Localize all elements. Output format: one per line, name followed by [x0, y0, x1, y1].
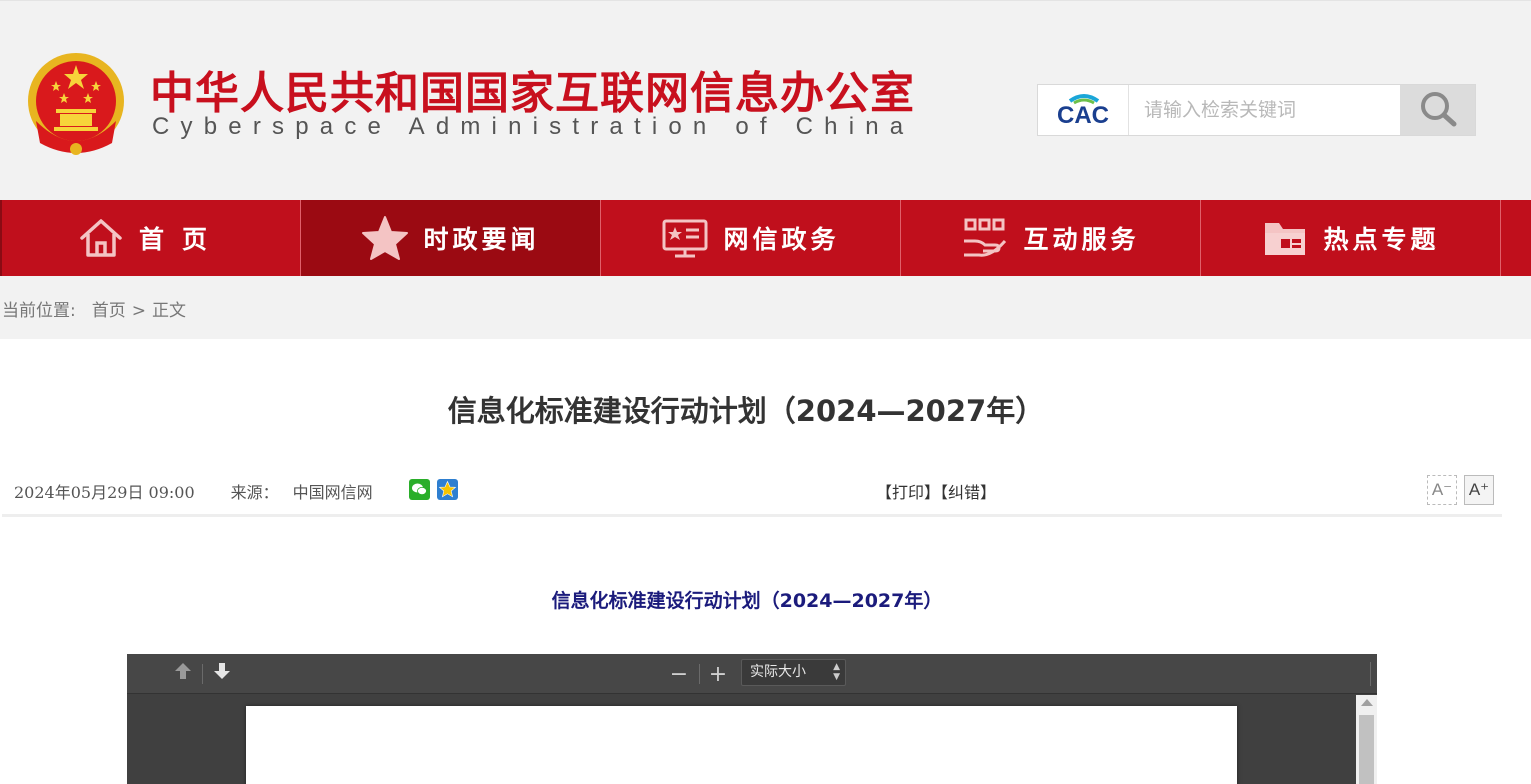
- nav-item-home[interactable]: 首页: [0, 200, 300, 276]
- search-input[interactable]: [1130, 85, 1400, 135]
- font-decrease-button[interactable]: A⁻: [1427, 475, 1457, 505]
- folder-icon: [1261, 216, 1309, 260]
- qzone-share-icon[interactable]: [437, 479, 458, 500]
- breadcrumb-label: 当前位置:: [2, 301, 76, 321]
- site-title-english: Cyberspace Administration of China: [152, 113, 915, 140]
- wechat-share-icon[interactable]: [409, 479, 430, 500]
- scrollbar-thumb[interactable]: [1359, 715, 1374, 784]
- nav-label-hot-topics: 热点专题: [1323, 225, 1440, 254]
- zoom-in-button[interactable]: +: [706, 662, 730, 687]
- toolbar-separator: [202, 664, 203, 684]
- publish-date: 2024年05月29日 09:00: [14, 483, 195, 502]
- nav-label-home: 首页: [138, 225, 225, 254]
- breadcrumb: 当前位置: 首页 > 正文: [2, 296, 186, 321]
- hand-service-icon: [961, 216, 1009, 260]
- arrow-up-icon: [174, 661, 192, 687]
- cac-logo-text: CAC: [1057, 102, 1109, 129]
- body-title: 信息化标准建设行动计划（2024—2027年）: [551, 590, 943, 612]
- pdf-scrollbar[interactable]: [1356, 695, 1377, 784]
- source-name: 中国网信网: [292, 483, 373, 502]
- search-bar: CAC: [1037, 84, 1476, 136]
- main-nav: 首页 时政要闻 网信政务 互动服务 热点专题: [0, 200, 1531, 276]
- breadcrumb-current: 正文: [151, 301, 186, 321]
- print-link[interactable]: 【打印】: [876, 483, 940, 502]
- toolbar-separator: [1370, 662, 1371, 686]
- zoom-select[interactable]: 实际大小 ▲ ▼: [741, 659, 846, 686]
- toolbar-separator: [699, 664, 700, 684]
- pdf-viewer: − + 实际大小 ▲ ▼: [127, 654, 1377, 784]
- pdf-page: [246, 706, 1237, 784]
- nav-label-interactive-services: 互动服务: [1023, 225, 1140, 254]
- meta-divider: [2, 514, 1502, 517]
- nav-item-interactive-services[interactable]: 互动服务: [900, 200, 1200, 276]
- cac-logo[interactable]: CAC: [1038, 85, 1129, 135]
- nav-item-politics-news[interactable]: 时政要闻: [300, 200, 600, 276]
- nav-label-politics-news: 时政要闻: [423, 225, 540, 254]
- article-title: 信息化标准建设行动计划（2024—2027年）: [447, 394, 1045, 428]
- search-icon: [1418, 90, 1458, 131]
- national-emblem-logo[interactable]: [26, 51, 126, 157]
- font-increase-button[interactable]: A⁺: [1464, 475, 1494, 505]
- search-button[interactable]: [1400, 85, 1475, 135]
- nav-item-hot-topics[interactable]: 热点专题: [1200, 200, 1500, 276]
- breadcrumb-bar: 当前位置: 首页 > 正文: [0, 276, 1531, 339]
- monitor-icon: [661, 216, 709, 260]
- scroll-up-icon[interactable]: [1361, 699, 1373, 706]
- nav-item-cyber-affairs[interactable]: 网信政务: [600, 200, 900, 276]
- arrow-down-icon: [213, 661, 231, 687]
- nav-spacer: [1500, 200, 1531, 276]
- select-arrows-icon: ▲ ▼: [833, 662, 840, 682]
- zoom-out-button[interactable]: −: [667, 662, 691, 687]
- breadcrumb-separator: >: [131, 301, 146, 321]
- star-icon: [361, 216, 409, 260]
- next-page-button[interactable]: [210, 662, 234, 686]
- site-title-chinese: 中华人民共和国国家互联网信息办公室: [150, 68, 915, 119]
- site-header: 中华人民共和国国家互联网信息办公室 Cyberspace Administrat…: [0, 0, 1531, 200]
- home-icon: [77, 216, 125, 260]
- report-error-link[interactable]: 【纠错】: [940, 483, 996, 502]
- pdf-toolbar: − + 实际大小 ▲ ▼: [127, 654, 1377, 694]
- nav-label-cyber-affairs: 网信政务: [723, 225, 840, 254]
- prev-page-button[interactable]: [171, 662, 195, 686]
- zoom-select-value: 实际大小: [750, 664, 806, 680]
- article-tools: 【打印】【纠错】: [876, 479, 996, 503]
- article-meta: 2024年05月29日 09:00 来源： 中国网信网: [14, 479, 409, 503]
- breadcrumb-home-link[interactable]: 首页: [92, 301, 126, 321]
- source-label: 来源：: [230, 483, 279, 502]
